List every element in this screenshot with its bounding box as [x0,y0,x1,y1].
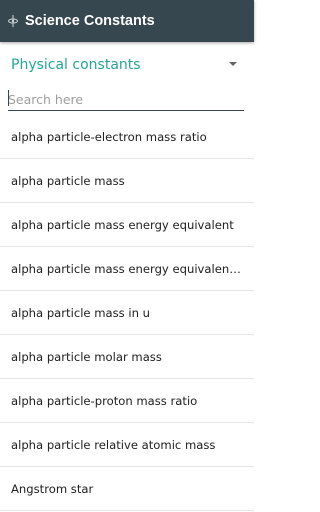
search-input[interactable] [8,88,244,111]
list-item-label: alpha particle relative atomic mass [11,437,216,452]
category-dropdown[interactable]: Physical constants [0,48,254,82]
list-item-label: alpha particle mass energy equivalent [11,217,234,232]
atom-icon [5,13,21,29]
list-item-label: alpha particle mass energy equivalent in… [11,261,243,276]
list-item-label: alpha particle-electron mass ratio [11,129,207,144]
list-item[interactable]: alpha particle molar mass [0,335,254,379]
list-item-label: alpha particle-proton mass ratio [11,393,198,408]
list-item-label: alpha particle mass in u [11,305,151,320]
list-item[interactable]: alpha particle mass in u [0,291,254,335]
list-item[interactable]: alpha particle mass energy equivalent [0,203,254,247]
app-bar: Science Constants [0,0,254,42]
chevron-down-icon [229,62,237,66]
list-item[interactable]: alpha particle relative atomic mass [0,423,254,467]
list-item-label: alpha particle mass [11,173,125,188]
list-item[interactable]: alpha particle mass energy equivalent in… [0,247,254,291]
constants-list: alpha particle-electron mass ratio alpha… [0,115,254,511]
app-title: Science Constants [25,13,155,29]
list-item-label: alpha particle molar mass [11,349,162,364]
list-item-label: Angstrom star [11,481,94,496]
list-item[interactable]: alpha particle-electron mass ratio [0,115,254,159]
text-cursor [8,90,9,106]
list-item[interactable]: alpha particle-proton mass ratio [0,379,254,423]
list-item[interactable]: Angstrom star [0,467,254,511]
category-dropdown-value: Physical constants [11,57,141,73]
list-item[interactable]: alpha particle mass [0,159,254,203]
